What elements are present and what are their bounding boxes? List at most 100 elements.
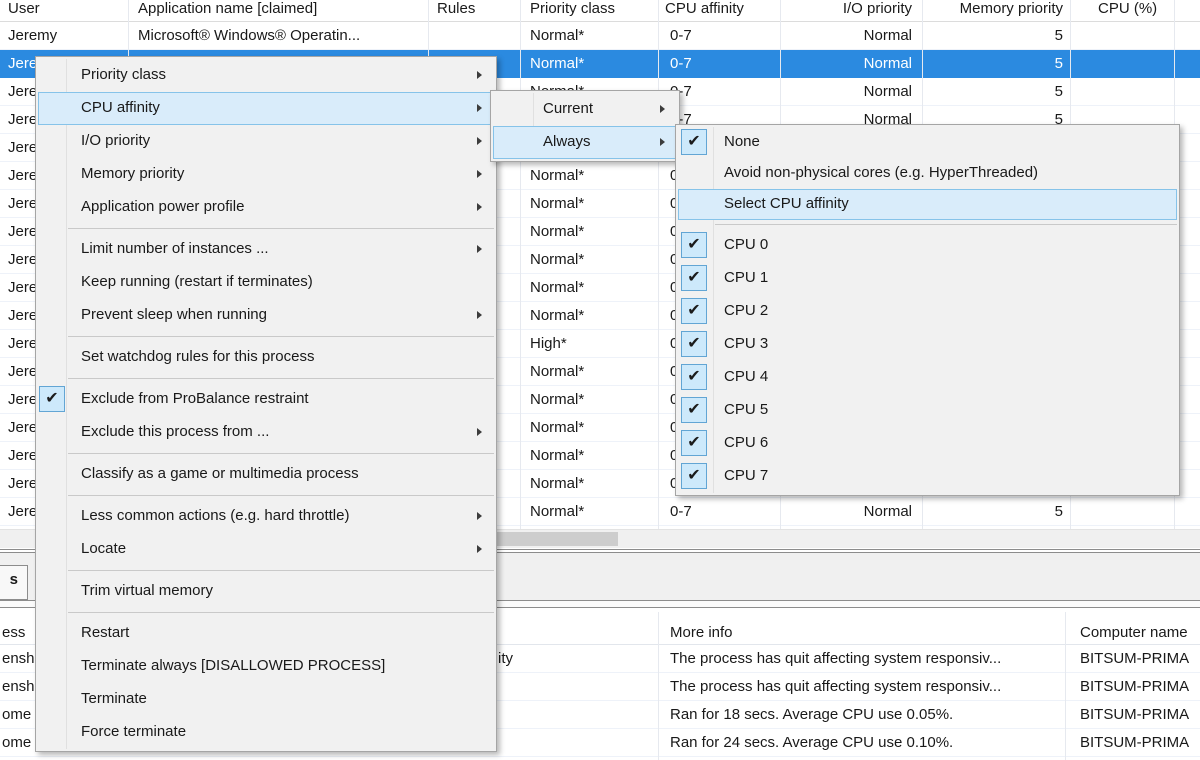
column-header-priority-class[interactable]: Priority class	[530, 0, 615, 17]
cpu-affinity-checkbox-item-cpu-0[interactable]: CPU 0 ✔	[678, 229, 1177, 262]
always-affinity-submenu: None ✔ Avoid non-physical cores (e.g. Hype…	[675, 124, 1180, 496]
menu-item-cpu-affinity[interactable]: CPU affinity	[38, 92, 494, 125]
menu-item-i-o-priority[interactable]: I/O priority	[38, 125, 494, 158]
partial-tab[interactable]: s	[0, 565, 28, 600]
log-cell-computer-name: BITSUM-PRIMA	[1080, 650, 1190, 667]
cell-priority-class: Normal*	[530, 475, 585, 492]
menu-item-label: CPU 5	[724, 401, 769, 418]
cell-memory-priority: 5	[1054, 83, 1063, 100]
menu-item-label: CPU 2	[724, 302, 769, 319]
submenu-arrow-icon	[477, 428, 482, 436]
cpu-affinity-submenu: Current Always	[490, 90, 680, 162]
checkmark-icon: ✔	[681, 463, 707, 489]
menu-item-label: CPU 6	[724, 434, 769, 451]
menu-item-force-terminate[interactable]: Force terminate	[38, 716, 494, 749]
menu-item-label: Memory priority	[81, 165, 185, 182]
menu-item-label: Force terminate	[81, 723, 187, 740]
menu-item-trim-virtual-memory[interactable]: Trim virtual memory	[38, 575, 494, 608]
menu-item-priority-class[interactable]: Priority class	[38, 59, 494, 92]
cell-cpu-affinity: 0-7	[670, 27, 692, 44]
menu-item-label: CPU 4	[724, 368, 769, 385]
menu-item-label: Restart	[81, 624, 130, 641]
menu-item-label: Exclude from ProBalance restraint	[81, 390, 309, 407]
menu-separator	[38, 566, 494, 575]
menu-item-less-common-actions-e-g-hard-throttle[interactable]: Less common actions (e.g. hard throttle)	[38, 500, 494, 533]
menu-item-classify-as-a-game-or-multimedia-process[interactable]: Classify as a game or multimedia process	[38, 458, 494, 491]
log-column-header-computer-name[interactable]: Computer name	[1080, 624, 1188, 641]
submenu-arrow-icon	[477, 545, 482, 553]
cpu-affinity-checkbox-item-cpu-6[interactable]: CPU 6 ✔	[678, 427, 1177, 460]
menu-item-label: Set watchdog rules for this process	[81, 348, 315, 365]
menu-item-always[interactable]: Always	[493, 126, 677, 159]
menu-separator	[38, 608, 494, 617]
menu-item-label: Current	[543, 100, 594, 117]
column-header-cpu-affinity[interactable]: CPU affinity	[665, 0, 744, 17]
menu-separator	[678, 220, 1177, 229]
log-column-separator	[658, 612, 659, 760]
column-header-user[interactable]: User	[8, 0, 40, 17]
menu-item-prevent-sleep-when-running[interactable]: Prevent sleep when running	[38, 299, 494, 332]
checkmark-icon: ✔	[681, 331, 707, 357]
submenu-arrow-icon	[660, 105, 665, 113]
log-cell-action-partial: ity	[498, 650, 513, 667]
cell-priority-class: Normal*	[530, 27, 585, 44]
submenu-arrow-icon	[477, 137, 482, 145]
column-header-memory-priority[interactable]: Memory priority	[880, 0, 1063, 17]
cpu-affinity-checkbox-item-cpu-4[interactable]: CPU 4 ✔	[678, 361, 1177, 394]
log-cell-process-partial: ome	[2, 706, 32, 723]
cpu-affinity-checkbox-item-cpu-2[interactable]: CPU 2 ✔	[678, 295, 1177, 328]
log-cell-more-info: The process has quit affecting system re…	[670, 650, 1002, 667]
cell-priority-class: Normal*	[530, 279, 585, 296]
menu-separator	[38, 332, 494, 341]
menu-item-terminate[interactable]: Terminate	[38, 683, 494, 716]
cell-priority-class: Normal*	[530, 419, 585, 436]
cell-priority-class: Normal*	[530, 391, 585, 408]
menu-item-keep-running-restart-if-terminates[interactable]: Keep running (restart if terminates)	[38, 266, 494, 299]
table-row[interactable]: Jeremy Microsoft® Windows® Operatin... Nor…	[0, 22, 1200, 50]
column-header-cpu[interactable]: CPU (%)	[1098, 0, 1157, 17]
partial-tab-label: s	[9, 571, 18, 588]
checkmark-icon: ✔	[681, 265, 707, 291]
submenu-arrow-icon	[477, 170, 482, 178]
checkmark-icon: ✔	[39, 386, 65, 412]
menu-item-locate[interactable]: Locate	[38, 533, 494, 566]
menu-item-label: Terminate always [DISALLOWED PROCESS]	[81, 657, 386, 674]
menu-item-label: I/O priority	[81, 132, 151, 149]
menu-item-label: Less common actions (e.g. hard throttle)	[81, 507, 350, 524]
menu-item-current[interactable]: Current	[493, 93, 677, 126]
cell-cpu-affinity: 0-7	[670, 503, 692, 520]
menu-item-memory-priority[interactable]: Memory priority	[38, 158, 494, 191]
menu-item-set-watchdog-rules-for-this-process[interactable]: Set watchdog rules for this process	[38, 341, 494, 374]
menu-item-none[interactable]: None ✔	[678, 127, 1177, 158]
log-cell-process-partial: ensh	[2, 650, 35, 667]
log-column-header-partial[interactable]: ess	[2, 624, 25, 641]
menu-item-exclude-from-probalance-restraint[interactable]: Exclude from ProBalance restraint ✔	[38, 383, 494, 416]
process-lasso-window: User Application name [claimed] Rules Prior…	[0, 0, 1200, 760]
submenu-arrow-icon	[477, 311, 482, 319]
log-cell-computer-name: BITSUM-PRIMA	[1080, 706, 1190, 723]
submenu-arrow-icon	[477, 71, 482, 79]
cell-priority-class: Normal*	[530, 447, 585, 464]
submenu-arrow-icon	[477, 245, 482, 253]
cpu-affinity-checkbox-item-cpu-5[interactable]: CPU 5 ✔	[678, 394, 1177, 427]
menu-item-limit-number-of-instances[interactable]: Limit number of instances ...	[38, 233, 494, 266]
menu-item-select-cpu-affinity[interactable]: Select CPU affinity	[678, 189, 1177, 220]
menu-item-application-power-profile[interactable]: Application power profile	[38, 191, 494, 224]
menu-item-label: CPU 0	[724, 236, 769, 253]
column-header-rules[interactable]: Rules	[437, 0, 475, 17]
menu-item-label: Terminate	[81, 690, 147, 707]
menu-item-label: CPU affinity	[81, 99, 160, 116]
cpu-affinity-checkbox-item-cpu-3[interactable]: CPU 3 ✔	[678, 328, 1177, 361]
cpu-affinity-checkbox-item-cpu-1[interactable]: CPU 1 ✔	[678, 262, 1177, 295]
column-header-application-name-claimed[interactable]: Application name [claimed]	[138, 0, 317, 17]
process-context-menu: Priority class CPU affinity I/O priority Me…	[35, 56, 497, 752]
menu-item-restart[interactable]: Restart	[38, 617, 494, 650]
log-cell-more-info: Ran for 24 secs. Average CPU use 0.10%.	[670, 734, 954, 751]
menu-separator	[38, 374, 494, 383]
log-column-header-more-info[interactable]: More info	[670, 624, 733, 641]
menu-item-terminate-always-disallowed-process[interactable]: Terminate always [DISALLOWED PROCESS]	[38, 650, 494, 683]
menu-item-exclude-this-process-from[interactable]: Exclude this process from ...	[38, 416, 494, 449]
cell-priority-class: Normal*	[530, 251, 585, 268]
cpu-affinity-checkbox-item-cpu-7[interactable]: CPU 7 ✔	[678, 460, 1177, 493]
menu-item-avoid-non-physical-cores-e-g-hyperthread[interactable]: Avoid non-physical cores (e.g. HyperThre…	[678, 158, 1177, 189]
